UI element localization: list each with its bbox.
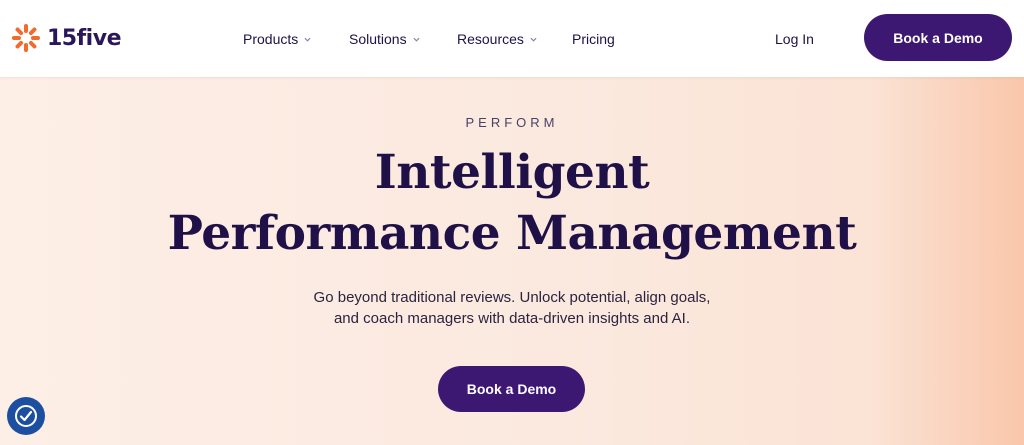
nav-item-resources[interactable]: Resources — [457, 29, 537, 49]
accessibility-button[interactable] — [7, 397, 45, 435]
nav-label: Solutions — [349, 31, 407, 47]
hero-subtext-line2: and coach managers with data-driven insi… — [333, 310, 691, 327]
hero-headline-line1: Intelligent — [374, 145, 650, 200]
nav-label: Pricing — [572, 31, 615, 47]
hero-eyebrow: PERFORM — [465, 115, 559, 130]
site-header: 15five Products Solutions Resources Pric… — [0, 0, 1024, 77]
hero-subtext-line1: Go beyond traditional reviews. Unlock po… — [313, 289, 711, 306]
chevron-down-icon — [530, 37, 537, 42]
chevron-down-icon — [413, 37, 420, 42]
starburst-logo-icon — [12, 24, 40, 52]
nav-item-products[interactable]: Products — [243, 29, 311, 49]
book-demo-header-button[interactable]: Book a Demo — [864, 14, 1012, 61]
logo[interactable]: 15five — [11, 22, 122, 54]
hero-headline-line2: Performance Management — [167, 206, 857, 261]
nav-label: Products — [243, 31, 299, 47]
logo-text: 15five — [47, 25, 122, 51]
login-link[interactable]: Log In — [775, 29, 814, 49]
book-demo-hero-button[interactable]: Book a Demo — [438, 366, 585, 412]
nav-label: Resources — [457, 31, 524, 47]
chevron-down-icon — [304, 37, 311, 42]
accessibility-icon — [15, 405, 37, 427]
nav-item-solutions[interactable]: Solutions — [349, 29, 420, 49]
nav-item-pricing[interactable]: Pricing — [572, 29, 615, 49]
